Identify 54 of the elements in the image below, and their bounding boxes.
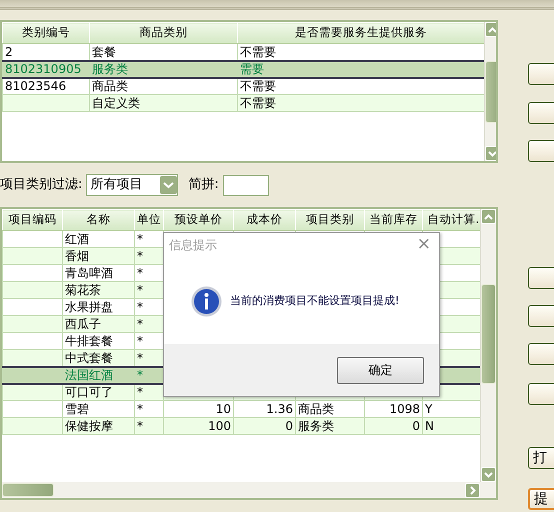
table-cell: 不需要 bbox=[238, 94, 484, 112]
table-row[interactable]: 自定义类 不需要 bbox=[2, 94, 484, 112]
table-cell: 香烟 bbox=[62, 248, 134, 264]
scroll-up-icon[interactable] bbox=[481, 209, 496, 224]
vertical-scrollbar[interactable] bbox=[484, 22, 496, 161]
filter-label: 项目类别过滤: bbox=[0, 176, 82, 194]
scroll-right-icon[interactable] bbox=[465, 482, 480, 498]
scroll-down-icon[interactable] bbox=[481, 467, 496, 482]
scroll-thumb[interactable] bbox=[481, 284, 496, 384]
column-header[interactable]: 自动计算. bbox=[422, 210, 480, 230]
side-button[interactable]: 提 bbox=[528, 488, 554, 510]
table-cell: 8102310905 bbox=[2, 60, 90, 78]
table-cell: 保健按摩 bbox=[62, 418, 134, 434]
table-cell: * bbox=[134, 366, 164, 384]
dropdown-icon bbox=[160, 176, 178, 194]
column-header[interactable]: 当前库存 bbox=[364, 210, 422, 230]
pinyin-label: 简拼: bbox=[188, 176, 219, 194]
column-header[interactable]: 单位 bbox=[134, 210, 164, 230]
table-cell: * bbox=[134, 418, 164, 434]
column-header[interactable]: 商品类别 bbox=[90, 22, 238, 44]
table-cell: * bbox=[134, 282, 164, 298]
column-header[interactable]: 类别编号 bbox=[2, 22, 90, 44]
vertical-scrollbar[interactable] bbox=[480, 209, 496, 482]
column-header[interactable]: 项目类别 bbox=[296, 210, 364, 230]
scroll-down-icon[interactable] bbox=[485, 146, 496, 161]
pinyin-field[interactable] bbox=[222, 174, 269, 196]
column-header[interactable]: 预设单价 bbox=[164, 210, 234, 230]
column-header[interactable]: 名称 bbox=[62, 210, 134, 230]
table-cell: 0 bbox=[364, 418, 422, 434]
table-row[interactable]: 保健按摩 * 100 0 服务类 0 N bbox=[2, 418, 480, 434]
table-cell: 菊花茶 bbox=[62, 282, 134, 298]
column-header[interactable]: 成本价 bbox=[234, 210, 296, 230]
horizontal-scroll-thumb[interactable] bbox=[2, 483, 54, 497]
side-button[interactable]: 打 bbox=[528, 447, 554, 469]
table-cell: * bbox=[134, 316, 164, 332]
table-cell: * bbox=[134, 350, 164, 366]
category-select[interactable]: 所有项目 bbox=[86, 174, 178, 196]
table-cell: 0 bbox=[234, 418, 296, 434]
table-cell: 法国红酒 bbox=[62, 366, 134, 384]
table-cell: 中式套餐 bbox=[62, 350, 134, 366]
info-icon bbox=[191, 286, 222, 317]
table-cell: 服务类 bbox=[296, 418, 364, 434]
table-cell: 自定义类 bbox=[90, 94, 238, 112]
ok-button[interactable]: 确定 bbox=[337, 356, 424, 384]
table-cell: N bbox=[422, 418, 480, 434]
scroll-up-icon[interactable] bbox=[485, 22, 496, 37]
table-cell: 服务类 bbox=[90, 60, 238, 78]
scroll-thumb[interactable] bbox=[485, 60, 496, 122]
table-cell: 需要 bbox=[238, 60, 484, 78]
column-header[interactable]: 项目编码 bbox=[2, 210, 62, 230]
table-cell: * bbox=[134, 248, 164, 264]
table-cell: 100 bbox=[164, 418, 234, 434]
column-header[interactable]: 是否需要服务生提供服务 bbox=[238, 22, 484, 44]
table-cell: 西瓜子 bbox=[62, 316, 134, 332]
